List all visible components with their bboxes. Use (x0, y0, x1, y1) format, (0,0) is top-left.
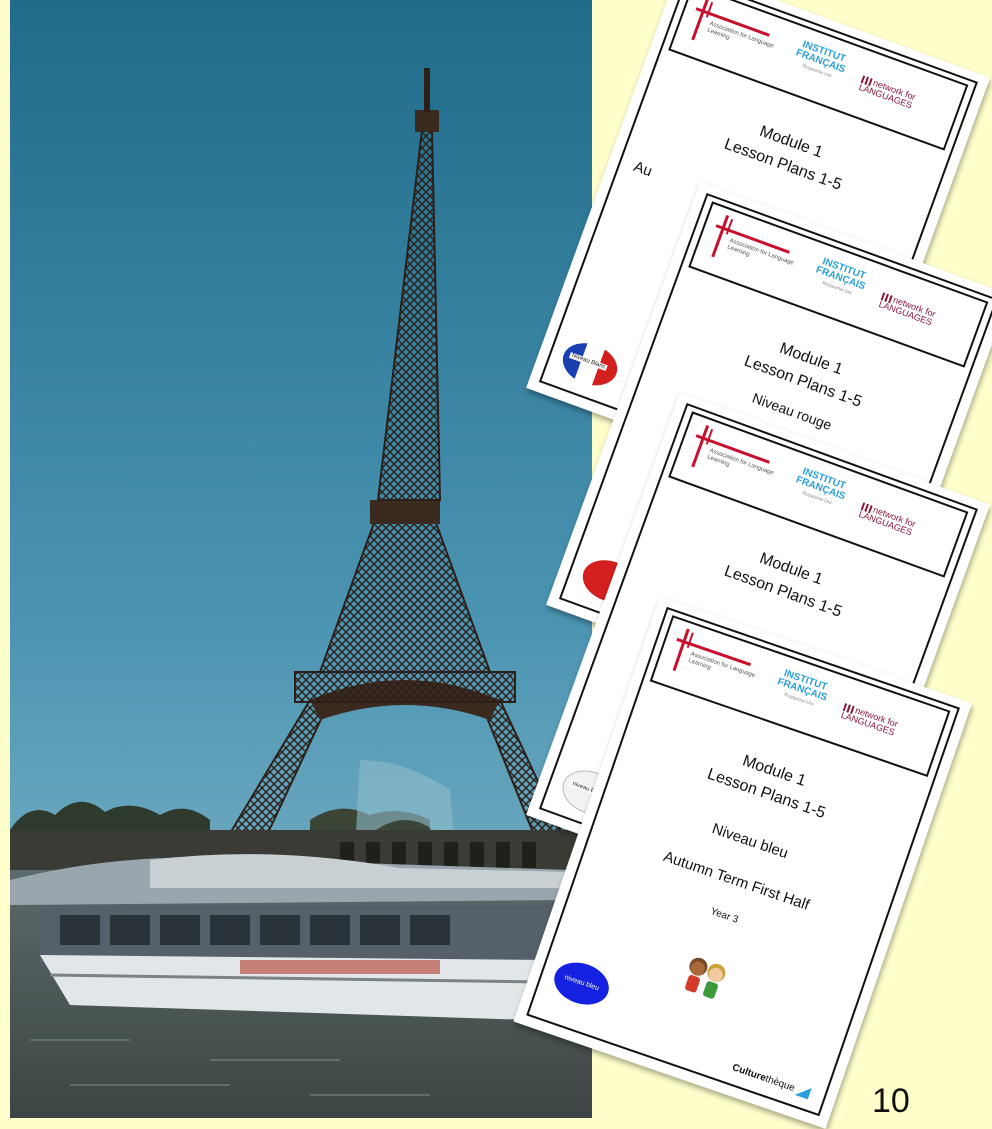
page-number: 10 (872, 1082, 910, 1120)
network-for-languages-logo: network for LANGUAGES (857, 74, 917, 110)
eiffel-tower-photo (10, 0, 592, 1118)
institut-francais-logo: INSTITUT FRANÇAIS Royaume-Uni (814, 256, 867, 297)
network-for-languages-logo: network for LANGUAGES (840, 702, 899, 737)
institut-francais-logo: INSTITUT FRANÇAIS Royaume-Uni (775, 667, 829, 708)
network-for-languages-logo: network for LANGUAGES (857, 501, 917, 537)
institut-francais-logo: INSTITUT FRANÇAIS Royaume-Uni (794, 466, 847, 507)
institut-francais-logo: INSTITUT FRANÇAIS Royaume-Uni (794, 39, 847, 80)
network-for-languages-logo: network for LANGUAGES (877, 291, 937, 327)
